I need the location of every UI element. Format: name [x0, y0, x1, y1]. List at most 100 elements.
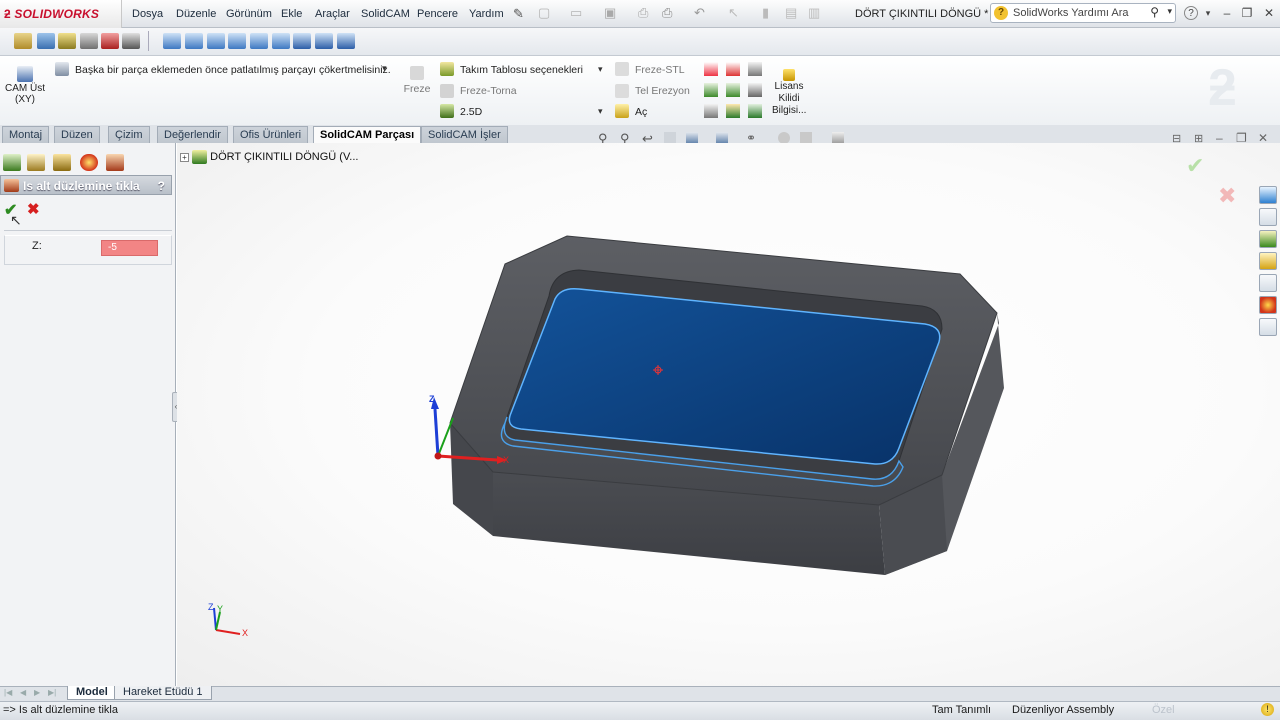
status-units[interactable]: Özel: [1152, 704, 1175, 716]
restore-icon[interactable]: ❐: [1240, 6, 1254, 20]
tab-model[interactable]: Model: [67, 686, 117, 700]
op-drill-icon[interactable]: [163, 33, 181, 49]
config-tab-icon[interactable]: [53, 154, 71, 171]
taskpane-library-icon[interactable]: [1259, 230, 1277, 248]
help-icon[interactable]: ?: [1184, 6, 1198, 20]
cam-ust-sub-label: (XY): [15, 94, 35, 105]
license-button[interactable]: Lisans Kilidi Bilgisi...: [772, 69, 806, 117]
doc-red-icon[interactable]: [704, 62, 718, 76]
mill-turn-button[interactable]: Freze-Torna: [460, 85, 517, 97]
save-icon[interactable]: ▣: [604, 5, 616, 21]
help-question-icon[interactable]: ?: [158, 179, 165, 193]
op-gcode-icon[interactable]: [337, 33, 355, 49]
tab-degerlendir[interactable]: Değerlendir: [157, 126, 228, 143]
menu-pencere[interactable]: Pencere: [417, 8, 458, 20]
select-icon[interactable]: ↖: [728, 5, 739, 21]
target-icon[interactable]: [101, 33, 119, 49]
minimize-icon[interactable]: –: [1220, 6, 1234, 20]
feature-tree-tab-icon[interactable]: [3, 154, 21, 171]
status-help-icon[interactable]: !: [1261, 703, 1274, 716]
property-tab-icon[interactable]: [27, 154, 45, 171]
tab-duzen[interactable]: Düzen: [54, 126, 100, 143]
tab-montaj[interactable]: Montaj: [2, 126, 50, 143]
chevron-down-icon[interactable]: ▾: [1167, 6, 1172, 17]
menu-gorunum[interactable]: Görünüm: [226, 8, 272, 20]
tab-scroll-next-icon[interactable]: ▶: [34, 688, 40, 697]
edit-icon[interactable]: [726, 104, 740, 118]
tab-scroll-prev-icon[interactable]: ◀: [20, 688, 26, 697]
tab-motion-study[interactable]: Hareket Etüdü 1: [114, 686, 212, 700]
help-bulb-icon: ?: [994, 6, 1008, 20]
taskpane-custom-props-icon[interactable]: [1259, 318, 1277, 336]
solidworks-logo[interactable]: ƻ SOLIDWORKS: [0, 0, 122, 28]
wrench-icon[interactable]: [37, 33, 55, 49]
warning-dropdown-icon[interactable]: ▾: [382, 63, 387, 74]
op-profile-icon[interactable]: [207, 33, 225, 49]
print2-icon[interactable]: ⎙: [662, 5, 672, 21]
cam-tool-icon: [4, 179, 19, 192]
undo-icon[interactable]: ↶: [694, 5, 705, 21]
help-dropdown-icon[interactable]: ▾: [1201, 6, 1215, 20]
close-window-icon[interactable]: ✕: [1262, 6, 1276, 20]
folder-icon[interactable]: [58, 33, 76, 49]
cam-part-icon[interactable]: [14, 33, 32, 49]
help-search-input[interactable]: ? SolidWorks Yardımı Ara ⚲ ▾: [990, 3, 1176, 23]
open-file-icon[interactable]: ▭: [570, 5, 582, 21]
op-sim-icon[interactable]: [315, 33, 333, 49]
tab-solidcam-isler[interactable]: SolidCAM İşler: [421, 126, 508, 143]
logo-text: SOLIDWORKS: [14, 7, 100, 21]
cam-manager-tab-icon[interactable]: [106, 154, 124, 171]
op-face-icon[interactable]: [228, 33, 246, 49]
wire-edm-button[interactable]: Tel Erezyon: [635, 85, 690, 97]
tools-icon[interactable]: [748, 83, 762, 97]
op-hsm-icon[interactable]: [293, 33, 311, 49]
taskpane-appearance-icon[interactable]: [1259, 296, 1277, 314]
menu-yardim[interactable]: Yardım: [469, 8, 504, 20]
file-props-icon[interactable]: ▤: [785, 5, 797, 21]
tool-table-options-button[interactable]: Takım Tablosu seçenekleri: [460, 64, 583, 76]
menu-dosya[interactable]: Dosya: [132, 8, 163, 20]
mill-stl-button[interactable]: Freze-STL: [635, 64, 685, 76]
open-button[interactable]: Aç: [635, 106, 647, 118]
tab-cizim[interactable]: Çizim: [108, 126, 150, 143]
settings-icon[interactable]: [748, 62, 762, 76]
stock-icon[interactable]: [80, 33, 98, 49]
copy-icon[interactable]: [704, 104, 718, 118]
mode-2-5d-button[interactable]: 2.5D: [460, 106, 482, 118]
part-3d-view[interactable]: [177, 143, 1280, 687]
menu-duzenle[interactable]: Düzenle: [176, 8, 216, 20]
menu-solidcam[interactable]: SolidCAM: [361, 8, 410, 20]
menu-ekle[interactable]: Ekle: [281, 8, 302, 20]
fixture-icon[interactable]: [122, 33, 140, 49]
z-depth-input[interactable]: -5: [101, 240, 158, 256]
pin-icon[interactable]: ✎: [513, 6, 524, 22]
op-slot-icon[interactable]: [250, 33, 268, 49]
taskpane-explorer-icon[interactable]: [1259, 252, 1277, 270]
search-icon[interactable]: ⚲: [1150, 5, 1159, 19]
tab-scroll-last-icon[interactable]: ▶|: [48, 688, 56, 697]
cs-z-label: Z: [429, 394, 435, 404]
taskpane-view-palette-icon[interactable]: [1259, 274, 1277, 292]
tab-solidcam-parcasi[interactable]: SolidCAM Parçası: [313, 126, 422, 144]
tool-table-dropdown-icon[interactable]: ▾: [598, 64, 603, 75]
cam-ust-button[interactable]: CAM Üst (XY): [4, 66, 46, 105]
tree-icon[interactable]: [748, 104, 762, 118]
new-file-icon[interactable]: ▢: [538, 5, 550, 21]
grid-icon[interactable]: [726, 83, 740, 97]
table-icon[interactable]: [704, 83, 718, 97]
print-icon[interactable]: ⎙: [638, 5, 648, 21]
op-pocket-icon[interactable]: [185, 33, 203, 49]
taskpane-home-icon[interactable]: [1259, 208, 1277, 226]
appearance-tab-icon[interactable]: [80, 154, 98, 171]
rebuild-icon[interactable]: ▮: [762, 5, 769, 21]
cancel-x-icon[interactable]: ✖: [27, 200, 40, 218]
taskpane-resources-icon[interactable]: [1259, 186, 1277, 204]
op-3d-icon[interactable]: [272, 33, 290, 49]
options-icon[interactable]: ▥: [808, 5, 820, 21]
mode-dropdown-icon[interactable]: ▾: [598, 106, 603, 117]
doc-red2-icon[interactable]: [726, 62, 740, 76]
tab-ofis-urunleri[interactable]: Ofis Ürünleri: [233, 126, 309, 143]
freze-button[interactable]: Freze: [402, 66, 432, 95]
tab-scroll-first-icon[interactable]: |◀: [4, 688, 12, 697]
menu-araclar[interactable]: Araçlar: [315, 8, 350, 20]
